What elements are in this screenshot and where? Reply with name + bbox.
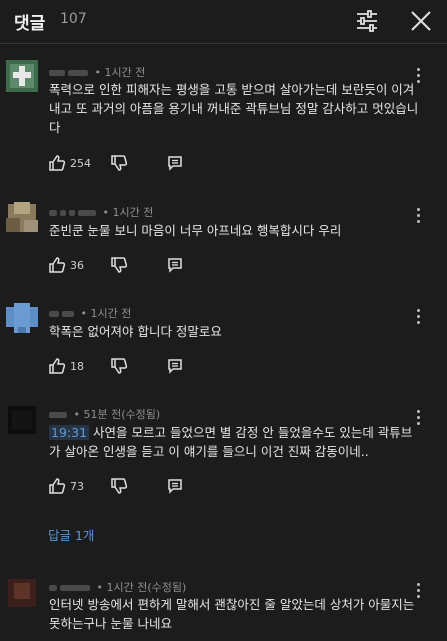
comment-text: 폭력으로 인한 피해자는 평생을 고통 받으며 살아가는데 보란듯이 이겨내고 … bbox=[49, 82, 419, 135]
comment-meta: • 51분 전(수정됨) bbox=[49, 406, 160, 422]
comment-text: 19:31 사연을 모르고 들었으면 별 감정 안 들었을수도 있는데 곽튜브가… bbox=[49, 423, 419, 461]
dislike-icon[interactable] bbox=[110, 357, 128, 375]
more-options-icon[interactable] bbox=[413, 68, 423, 86]
more-options-icon[interactable] bbox=[413, 410, 423, 428]
comments-title: 댓글 bbox=[14, 14, 46, 34]
reply-icon[interactable] bbox=[166, 256, 184, 274]
reply-icon[interactable] bbox=[166, 357, 184, 375]
comment-text: 학폭은 없어져야 합니다 정말로요 bbox=[49, 324, 222, 339]
avatar[interactable] bbox=[6, 404, 38, 436]
like-icon[interactable] bbox=[48, 357, 66, 375]
avatar[interactable] bbox=[6, 577, 38, 609]
like-count: 254 bbox=[70, 157, 91, 170]
comment-text: 준빈쿤 눈물 보니 마음이 너무 아프네요 행복합시다 우리 bbox=[49, 223, 342, 238]
avatar[interactable] bbox=[6, 202, 38, 234]
more-options-icon[interactable] bbox=[413, 208, 423, 226]
reply-icon[interactable] bbox=[166, 154, 184, 172]
comment-text: 인터넷 방송에서 편하게 말해서 괜찮아진 줄 알았는데 상처가 아물지는 못하… bbox=[49, 597, 415, 631]
reply-icon[interactable] bbox=[166, 477, 184, 495]
like-icon[interactable] bbox=[48, 256, 66, 274]
comment-time: • 1시간 전(수정됨) bbox=[96, 581, 187, 594]
more-options-icon[interactable] bbox=[413, 309, 423, 327]
comment-actions: 254 bbox=[48, 154, 248, 174]
comment-time: • 1시간 전 bbox=[102, 206, 154, 219]
dislike-icon[interactable] bbox=[110, 154, 128, 172]
comment-meta: • 1시간 전 bbox=[49, 64, 145, 80]
timestamp-link[interactable]: 19:31 bbox=[49, 425, 90, 440]
like-count: 36 bbox=[70, 259, 84, 272]
comment-meta: • 1시간 전(수정됨) bbox=[49, 579, 186, 595]
dislike-icon[interactable] bbox=[110, 256, 128, 274]
view-replies-link[interactable]: 답글 1개 bbox=[48, 525, 94, 544]
comment-meta: • 1시간 전 bbox=[49, 305, 131, 321]
comment-time: • 51분 전(수정됨) bbox=[73, 408, 161, 421]
comment-text-body: 사연을 모르고 들었으면 별 감정 안 들었을수도 있는데 곽튜브가 살아온 인… bbox=[49, 425, 413, 459]
more-options-icon[interactable] bbox=[413, 583, 423, 601]
comment-actions: 36 bbox=[48, 256, 248, 276]
comments-header: 댓글 107 bbox=[0, 0, 447, 44]
like-count: 18 bbox=[70, 360, 84, 373]
comment-actions: 73 bbox=[48, 477, 248, 497]
like-count: 73 bbox=[70, 480, 84, 493]
close-icon[interactable] bbox=[408, 8, 434, 34]
dislike-icon[interactable] bbox=[110, 477, 128, 495]
comment-time: • 1시간 전 bbox=[80, 307, 132, 320]
comment-meta: • 1시간 전 bbox=[49, 204, 153, 220]
comments-count: 107 bbox=[60, 11, 87, 27]
like-icon[interactable] bbox=[48, 477, 66, 495]
avatar[interactable] bbox=[6, 303, 38, 335]
comment-actions: 18 bbox=[48, 357, 248, 377]
like-icon[interactable] bbox=[48, 154, 66, 172]
comment-time: • 1시간 전 bbox=[94, 66, 146, 79]
avatar[interactable] bbox=[6, 60, 38, 92]
filter-icon[interactable] bbox=[354, 8, 380, 34]
